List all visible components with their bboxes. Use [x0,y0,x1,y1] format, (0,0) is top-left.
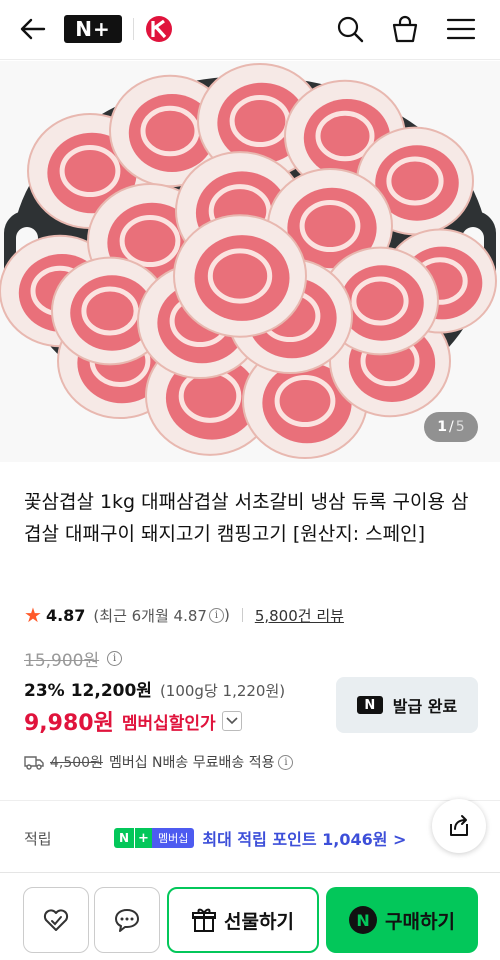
rating-row: ★ 4.87 (최근 6개월 4.87 i ) 5,800건 리뷰 [24,602,344,628]
naver-plus-membership-badge: N + 멤버십 [114,828,195,848]
top-header: N+ [0,0,500,60]
badge-membership: 멤버십 [152,828,195,848]
shipping-fee: 4,500원 [50,755,103,771]
review-count-link[interactable]: 5,800건 리뷰 [255,605,344,626]
talktalk-chat-button[interactable] [94,887,160,953]
naver-plus-logo[interactable]: N+ [64,15,122,43]
recent-rating: (최근 6개월 4.87 [93,606,207,625]
truck-icon [24,756,44,770]
unit-price: (100g당 1,220원) [159,682,286,700]
badge-plus: + [134,828,152,848]
info-icon[interactable]: i [107,651,123,666]
info-icon[interactable]: i [278,754,294,770]
member-price-row: 9,980원 멤버십할인가 [24,705,242,737]
naver-pay-n-icon: N [349,906,378,934]
coupon-issued-button[interactable]: N 발급 완료 [336,677,478,733]
logo-divider [133,18,134,40]
star-icon: ★ [24,603,42,627]
original-price: 15,900원 [24,651,100,671]
member-price: 9,980원 [24,711,114,736]
bottom-action-bar: 선물하기 N 구매하기 [0,872,500,960]
naver-n-icon: N [356,696,383,714]
arrow-left-icon[interactable] [18,14,48,44]
recent-rating-close: ) [223,606,230,624]
search-icon[interactable] [334,13,366,45]
buy-button[interactable]: N 구매하기 [326,887,478,953]
pager-total: 5 [455,419,465,435]
rating-divider [241,608,243,622]
member-price-label: 멤버십할인가 [121,713,216,734]
wishlist-button[interactable] [23,887,89,953]
gift-button[interactable]: 선물하기 [167,887,319,953]
coupon-issued-label: 발급 완료 [392,697,458,716]
rating-score: 4.87 [45,605,86,625]
badge-n: N [114,828,134,848]
discount-percent: 23% [24,681,65,701]
max-points-link[interactable]: 최대 적립 포인트 1,046원 > [202,826,406,850]
chat-bubble-icon [115,909,139,932]
brand-k-logo[interactable] [143,14,175,44]
section-divider [0,800,500,801]
product-image-gallery[interactable]: 1 / 5 [0,61,500,462]
heart-check-icon [43,909,69,931]
points-label: 적립 [24,829,52,848]
share-icon [450,815,468,836]
pager-separator: / [449,419,454,435]
share-button[interactable] [432,799,486,853]
gift-icon [192,908,217,932]
pager-current: 1 [437,419,448,435]
info-icon[interactable]: i [208,607,224,623]
buy-label: 구매하기 [385,910,455,933]
sale-price-row: 23% 12,200원 (100g당 1,220원) [24,676,285,701]
shipping-text: 멤버십 N배송 무료배송 적용 [108,755,275,771]
shopping-bag-icon[interactable] [389,13,421,45]
points-row[interactable]: 적립 N + 멤버십 최대 적립 포인트 1,046원 > [24,826,424,850]
image-pager: 1 / 5 [424,412,478,442]
product-title: 꽃삼겹살 1kg 대패삼겹살 서초갈비 냉삼 듀록 구이용 삼겹살 대패구이 돼… [24,491,469,545]
shipping-row: 4,500원 멤버십 N배송 무료배송 적용 i [24,752,294,772]
product-photo [0,62,497,460]
gift-label: 선물하기 [224,910,294,933]
sale-price: 12,200원 [70,681,152,701]
chevron-down-icon[interactable] [221,711,242,731]
menu-icon[interactable] [445,13,477,45]
original-price-row: 15,900원 i [24,646,123,671]
